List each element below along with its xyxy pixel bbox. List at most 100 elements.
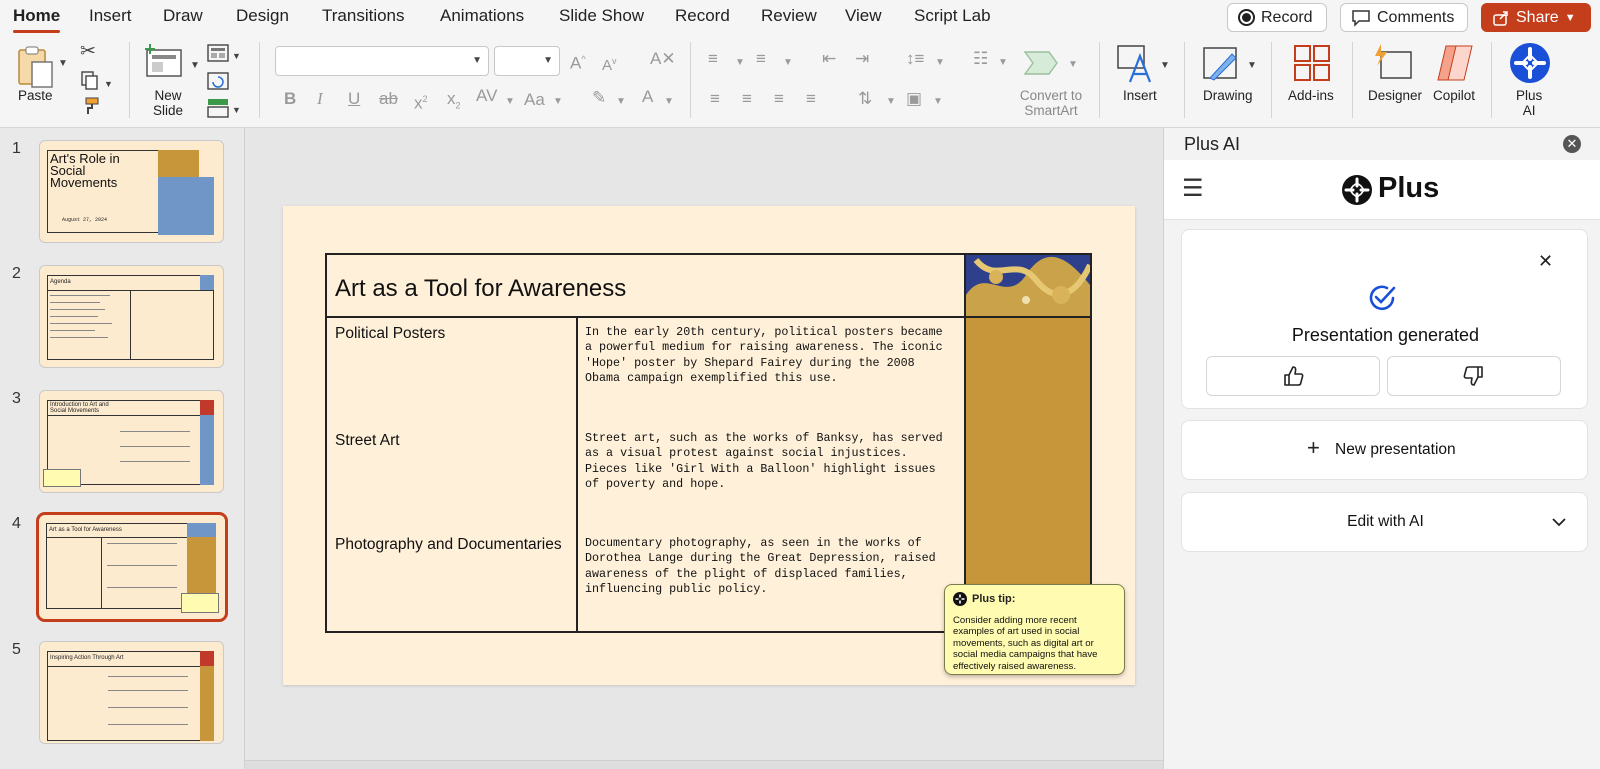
chevron-down-icon[interactable]: ▼ [664,92,674,112]
row-label-political-posters[interactable]: Political Posters [335,324,565,344]
add-ins-icon[interactable] [1293,44,1331,82]
chevron-down-icon[interactable]: ▼ [998,53,1008,73]
decrease-font-size-icon[interactable]: Av [602,51,617,76]
clear-formatting-icon[interactable]: A✕ [650,49,676,69]
font-color-icon[interactable]: A [642,87,653,107]
bullets-icon[interactable]: ≡ [708,49,718,69]
font-name-select[interactable]: ▼ [275,46,489,76]
share-icon [1493,10,1508,26]
cut-icon[interactable]: ✂ [80,42,96,62]
tab-slide-show[interactable]: Slide Show [559,6,644,26]
row-label-photography[interactable]: Photography and Documentaries [335,535,565,555]
designer-icon[interactable] [1373,42,1413,82]
section-icon[interactable] [207,98,229,118]
paste-icon[interactable] [16,44,56,90]
slide-thumbnail-3[interactable]: Introduction to Art and Social Movements [39,390,224,493]
tab-script-lab[interactable]: Script Lab [914,6,991,26]
new-slide-icon[interactable] [144,44,184,80]
new-presentation-button[interactable]: + New presentation [1181,420,1588,480]
align-center-icon[interactable]: ≡ [742,89,752,109]
change-case-icon[interactable]: Aa [524,90,545,110]
row-label-street-art[interactable]: Street Art [335,431,565,451]
close-panel-icon[interactable]: ✕ [1563,135,1581,153]
chevron-down-icon[interactable]: ▼ [935,53,945,73]
font-size-select[interactable]: ▼ [494,46,560,76]
format-painter-icon[interactable] [80,96,100,116]
italic-icon[interactable]: I [317,89,323,109]
superscript-icon[interactable]: x2 [414,89,428,114]
bold-icon[interactable]: B [284,89,296,109]
chevron-down-icon[interactable]: ▼ [933,92,943,112]
row-text-political-posters[interactable]: In the early 20th century, political pos… [585,325,955,387]
slide-content-table[interactable]: Art as a Tool for Awareness Political Po… [325,253,1092,633]
hamburger-menu-icon[interactable]: ☰ [1182,177,1204,201]
new-slide-dropdown-icon[interactable]: ▼ [190,56,200,76]
ornament-image [200,415,214,485]
underline-icon[interactable]: U [348,89,360,109]
layout-dropdown-icon[interactable]: ▼ [232,46,241,66]
copilot-icon[interactable] [1434,42,1476,84]
accent-block [200,400,214,415]
close-icon[interactable]: ✕ [1538,251,1553,272]
numbering-icon[interactable]: ≡ [756,49,766,69]
decrease-indent-icon[interactable]: ⇤ [822,49,836,69]
tab-design[interactable]: Design [236,6,289,26]
justify-icon[interactable]: ≡ [806,89,816,109]
section-dropdown-icon[interactable]: ▼ [232,100,241,120]
chevron-down-icon[interactable]: ▼ [886,92,896,112]
layout-icon[interactable] [207,44,229,62]
highlighter-icon[interactable]: ✎ [592,88,606,108]
align-right-icon[interactable]: ≡ [774,89,784,109]
text-direction-icon[interactable]: ⇅ [858,89,872,109]
character-spacing-icon[interactable]: AV [476,86,497,106]
row-text-street-art[interactable]: Street art, such as the works of Banksy,… [585,431,955,493]
record-button[interactable]: Record [1227,3,1327,32]
tab-transitions[interactable]: Transitions [322,6,405,26]
align-left-icon[interactable]: ≡ [710,89,720,109]
reset-slide-icon[interactable] [207,72,229,90]
chevron-down-icon[interactable]: ▼ [1160,56,1170,76]
slide-title[interactable]: Art as a Tool for Awareness [335,275,626,303]
tab-animations[interactable]: Animations [440,6,524,26]
tab-insert[interactable]: Insert [89,6,132,26]
chevron-down-icon[interactable]: ▼ [505,92,515,112]
align-text-icon[interactable]: ▣ [906,89,922,109]
increase-font-size-icon[interactable]: A^ [570,49,586,74]
slide-thumbnail-2[interactable]: Agenda [39,265,224,368]
copy-dropdown-icon[interactable]: ▼ [104,74,113,94]
tab-view[interactable]: View [845,6,882,26]
chevron-down-icon[interactable]: ▼ [735,53,745,73]
chevron-down-icon: ▼ [543,55,553,66]
notes-splitter[interactable] [245,760,1163,769]
smartart-icon[interactable] [1023,46,1063,80]
thumbs-up-button[interactable] [1206,356,1380,396]
slide-thumbnail-4[interactable]: Art as a Tool for Awareness [36,512,228,622]
chevron-down-icon[interactable]: ▼ [783,53,793,73]
thumbs-down-button[interactable] [1387,356,1561,396]
comments-button[interactable]: Comments [1340,3,1468,32]
slide-thumbnail-5[interactable]: Inspiring Action Through Art [39,641,224,744]
copy-icon[interactable] [80,70,100,90]
chevron-down-icon[interactable]: ▼ [1247,56,1257,76]
tab-home[interactable]: Home [13,6,61,33]
chevron-down-icon[interactable]: ▼ [1068,55,1078,75]
plus-tip-note[interactable]: Plus tip: Consider adding more recent ex… [944,584,1125,675]
share-button[interactable]: Share ▼ [1481,3,1591,32]
chevron-down-icon[interactable]: ▼ [553,92,563,112]
chevron-down-icon[interactable]: ▼ [616,92,626,112]
tab-review[interactable]: Review [761,6,817,26]
drawing-icon[interactable] [1202,44,1242,84]
strikethrough-icon[interactable]: ab [379,89,398,109]
insert-shapes-icon[interactable] [1116,44,1156,84]
edit-with-ai-dropdown[interactable]: Edit with AI [1181,492,1588,552]
columns-icon[interactable]: ☷ [973,49,988,69]
paste-dropdown-icon[interactable]: ▼ [58,54,68,74]
tab-record[interactable]: Record [675,6,730,26]
slide-thumbnail-1[interactable]: Art's Role in Social Movements August 27… [39,140,224,243]
row-text-photography[interactable]: Documentary photography, as seen in the … [585,536,955,598]
increase-indent-icon[interactable]: ⇥ [855,49,869,69]
plus-ai-icon[interactable] [1509,42,1551,84]
tab-draw[interactable]: Draw [163,6,203,26]
line-spacing-icon[interactable]: ↕≡ [906,49,924,69]
subscript-icon[interactable]: x2 [447,89,461,115]
